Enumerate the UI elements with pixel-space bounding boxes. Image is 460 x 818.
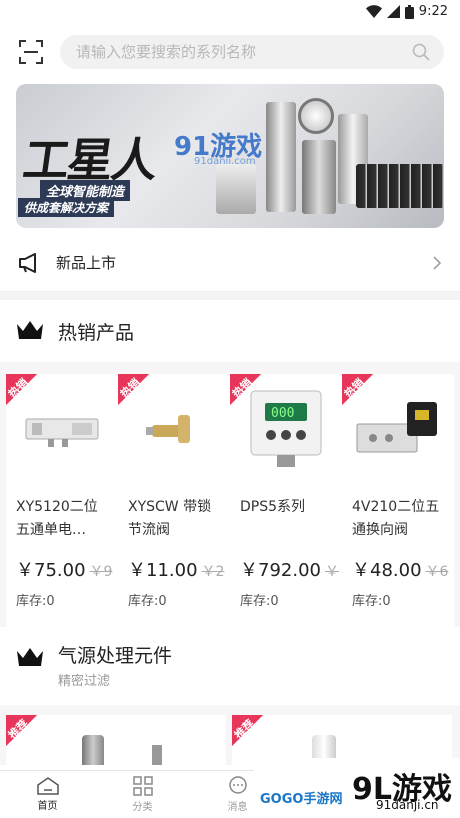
product-stock: 库存:0 bbox=[352, 594, 391, 609]
product-stock: 库存:0 bbox=[240, 594, 279, 609]
status-time: 9:22 bbox=[418, 4, 448, 19]
product-image bbox=[266, 102, 296, 212]
product-image bbox=[216, 164, 256, 214]
wifi-icon bbox=[365, 5, 382, 18]
tab-label: 分类 bbox=[132, 802, 153, 813]
hot-badge: 热销 bbox=[230, 374, 270, 414]
new-arrivals-row[interactable]: 新品上市 bbox=[0, 234, 460, 292]
home-icon bbox=[36, 777, 59, 795]
signal-icon bbox=[386, 5, 400, 18]
hot-badge: 热销 bbox=[342, 374, 382, 414]
product-card[interactable]: 热销 000 DPS5系列 ￥792.00 ￥ 库存:0 bbox=[230, 374, 342, 627]
air-products-list: 推荐 推荐 bbox=[0, 705, 460, 765]
megaphone-icon bbox=[19, 252, 36, 273]
search-icon[interactable] bbox=[412, 43, 430, 61]
recommend-badge: 推荐 bbox=[232, 715, 272, 755]
product-card[interactable]: 热销 4V210二位五通换向阀 ￥48.00 ￥6 库存:0 bbox=[342, 374, 454, 627]
tab-label: 首页 bbox=[37, 801, 58, 812]
tab-label: 消息 bbox=[227, 802, 248, 813]
product-price: ￥75.00 ￥9 bbox=[16, 560, 113, 581]
product-stock: 库存:0 bbox=[128, 594, 167, 609]
svg-text:000: 000 bbox=[271, 406, 294, 421]
logo-small: GOGO手游网 bbox=[260, 792, 343, 807]
product-image bbox=[152, 745, 162, 765]
new-arrivals-label: 新品上市 bbox=[56, 254, 117, 272]
message-icon bbox=[228, 776, 247, 794]
product-card[interactable]: 热销 XY5120二位五通单电… ￥75.00 ￥9 库存:0 bbox=[6, 374, 118, 627]
product-image bbox=[82, 735, 104, 765]
product-price: ￥11.00 ￥2 bbox=[128, 560, 225, 581]
product-name: XY5120二位五通单电… bbox=[16, 499, 98, 538]
product-image bbox=[356, 164, 444, 208]
product-name: DPS5系列 bbox=[240, 499, 306, 515]
crown-icon bbox=[17, 648, 43, 666]
chevron-right-icon bbox=[433, 255, 442, 270]
product-name: XYSCW 带锁节流阀 bbox=[128, 499, 212, 538]
hot-section-header: 热销产品 bbox=[0, 300, 460, 362]
hot-badge: 热销 bbox=[6, 374, 46, 414]
hot-badge: 热销 bbox=[118, 374, 158, 414]
status-bar: 9:22 bbox=[0, 0, 460, 26]
section-title: 热销产品 bbox=[58, 321, 135, 344]
product-name: 4V210二位五通换向阀 bbox=[352, 499, 440, 538]
logo-url: 91danji.cn bbox=[376, 798, 439, 812]
site-logo: GOGO手游网 9L游戏 91danji.cn bbox=[254, 758, 460, 818]
search-bar bbox=[0, 26, 460, 78]
search-box[interactable] bbox=[60, 35, 444, 69]
product-image bbox=[298, 98, 334, 134]
product-price: ￥792.00 ￥ bbox=[240, 560, 339, 581]
product-card[interactable]: 推荐 bbox=[6, 715, 226, 765]
category-icon bbox=[132, 776, 153, 796]
search-input[interactable] bbox=[76, 43, 412, 61]
product-card[interactable]: 热销 XYSCW 带锁节流阀 ￥11.00 ￥2 库存:0 bbox=[118, 374, 230, 627]
product-image bbox=[302, 140, 336, 214]
air-section-header: 气源处理元件 精密过滤 bbox=[0, 627, 460, 705]
battery-icon bbox=[404, 4, 414, 19]
recommend-badge: 推荐 bbox=[6, 715, 46, 755]
promo-banner[interactable]: 工星人 全球智能制造 供成套解决方案 91游戏 91danji.com bbox=[16, 84, 444, 228]
product-stock: 库存:0 bbox=[16, 594, 55, 609]
tab-home[interactable]: 首页 bbox=[0, 771, 95, 818]
product-price: ￥48.00 ￥6 bbox=[352, 560, 449, 581]
divider bbox=[0, 292, 460, 300]
hot-products-list: 热销 XY5120二位五通单电… ￥75.00 ￥9 库存:0 热销 XYSCW … bbox=[0, 362, 460, 627]
tab-category[interactable]: 分类 bbox=[95, 771, 190, 818]
section-title: 气源处理元件 bbox=[58, 645, 173, 667]
section-subtitle: 精密过滤 bbox=[58, 674, 111, 689]
crown-icon bbox=[17, 321, 43, 339]
scan-icon[interactable] bbox=[18, 39, 44, 65]
banner-line2: 供成套解决方案 bbox=[18, 198, 115, 217]
